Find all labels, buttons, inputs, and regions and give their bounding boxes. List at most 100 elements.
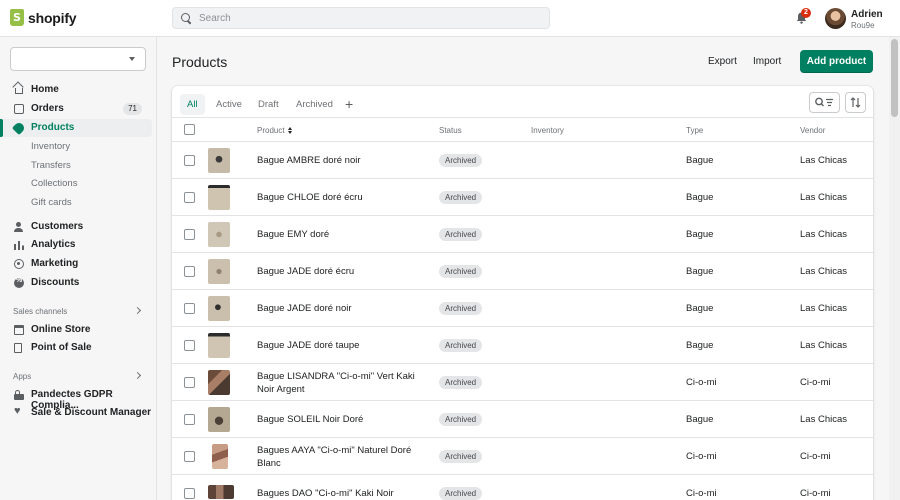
product-thumbnail[interactable]	[208, 148, 230, 173]
product-vendor: Ci-o-mi	[800, 488, 831, 499]
chevron-right-icon[interactable]	[133, 306, 142, 315]
sidebar-item-home[interactable]: Home	[0, 81, 152, 99]
tab-archived[interactable]: Archived	[289, 94, 340, 115]
sidebar-item-label: Inventory	[31, 141, 71, 152]
product-thumbnail[interactable]	[208, 259, 230, 284]
row-checkbox[interactable]	[184, 155, 195, 166]
row-checkbox[interactable]	[184, 229, 195, 240]
sidebar-item-sale-discount-manager[interactable]: Sale & Discount Manager	[0, 404, 152, 422]
sidebar-item-marketing[interactable]: Marketing	[0, 255, 152, 273]
user-name[interactable]: Adrien	[851, 9, 883, 20]
sidebar-item-inventory[interactable]: Inventory	[0, 138, 152, 156]
product-thumbnail[interactable]	[208, 485, 234, 499]
product-name[interactable]: Bague LISANDRA "Ci-o-mi" Vert Kaki Noir …	[257, 370, 417, 396]
row-checkbox[interactable]	[184, 303, 195, 314]
sidebar-item-label: Transfers	[31, 160, 71, 171]
table-row[interactable]: Bague SOLEIL Noir Doré Archived Bague La…	[172, 400, 873, 437]
row-checkbox[interactable]	[184, 451, 195, 462]
column-header-inventory: Inventory	[531, 126, 564, 135]
row-checkbox[interactable]	[184, 192, 195, 203]
page-scrollbar[interactable]	[889, 37, 900, 500]
sidebar-item-gift-cards[interactable]: Gift cards	[0, 194, 152, 212]
product-thumbnail[interactable]	[212, 444, 228, 469]
table-row[interactable]: Bague CHLOE doré écru Archived Bague Las…	[172, 178, 873, 215]
product-name[interactable]: Bague AMBRE doré noir	[257, 154, 417, 167]
sidebar-item-analytics[interactable]: Analytics	[0, 236, 152, 254]
row-checkbox[interactable]	[184, 414, 195, 425]
search-icon	[181, 12, 192, 24]
product-type: Ci-o-mi	[686, 377, 717, 388]
column-header-label: Product	[257, 126, 285, 135]
product-name[interactable]: Bague JADE doré noir	[257, 302, 417, 315]
row-checkbox[interactable]	[184, 340, 195, 351]
sort-button[interactable]	[845, 92, 866, 113]
add-product-button[interactable]: Add product	[800, 50, 873, 73]
table-row[interactable]: Bague EMY doré Archived Bague Las Chicas	[172, 215, 873, 252]
product-name[interactable]: Bague JADE doré écru	[257, 265, 417, 278]
search-bar[interactable]	[172, 7, 550, 29]
table-row[interactable]: Bague LISANDRA "Ci-o-mi" Vert Kaki Noir …	[172, 363, 873, 400]
product-thumbnail[interactable]	[208, 185, 230, 210]
product-type: Bague	[686, 340, 714, 351]
add-tab-icon[interactable]: +	[345, 97, 353, 111]
sidebar-item-label: Analytics	[31, 239, 76, 250]
product-thumbnail[interactable]	[208, 333, 230, 358]
sidebar-item-pandectes-gdpr[interactable]: Pandectes GDPR Complia...	[0, 386, 152, 411]
user-store-name[interactable]: Rou9e	[851, 21, 875, 30]
status-badge: Archived	[439, 413, 483, 426]
row-checkbox[interactable]	[184, 266, 195, 277]
row-checkbox[interactable]	[184, 377, 195, 388]
sidebar-item-products[interactable]: Products	[0, 119, 152, 137]
product-thumbnail[interactable]	[208, 407, 230, 432]
tab-all[interactable]: All	[180, 94, 205, 115]
avatar[interactable]	[825, 8, 846, 29]
select-all-checkbox[interactable]	[184, 124, 195, 135]
sidebar-item-collections[interactable]: Collections	[0, 175, 152, 193]
pos-icon	[14, 343, 22, 353]
sidebar-item-label: Point of Sale	[31, 342, 92, 353]
home-icon	[15, 88, 23, 94]
sidebar-item-discounts[interactable]: Discounts	[0, 274, 152, 292]
product-thumbnail[interactable]	[208, 370, 230, 395]
orders-count-badge: 71	[123, 103, 142, 115]
product-name[interactable]: Bague EMY doré	[257, 228, 417, 241]
sidebar-item-online-store[interactable]: Online Store	[0, 321, 152, 339]
product-thumbnail[interactable]	[208, 222, 230, 247]
status-badge: Archived	[439, 265, 483, 278]
search-filter-button[interactable]	[809, 92, 840, 113]
sidebar-item-label: Customers	[31, 221, 84, 232]
product-vendor: Las Chicas	[800, 192, 847, 203]
store-selector[interactable]	[10, 47, 146, 71]
scrollbar-thumb[interactable]	[891, 39, 898, 117]
tab-active[interactable]: Active	[209, 94, 249, 115]
sidebar: Home Orders 71 Products Inventory Transf…	[0, 37, 157, 500]
export-button[interactable]: Export	[708, 56, 737, 67]
table-row[interactable]: Bague JADE doré noir Archived Bague Las …	[172, 289, 873, 326]
table-row[interactable]: Bagues AAYA "Ci-o-mi" Naturel Doré Blanc…	[172, 437, 873, 474]
product-name[interactable]: Bagues DAO "Ci-o-mi" Kaki Noir	[257, 487, 417, 500]
sidebar-item-label: Products	[31, 122, 75, 133]
table-row[interactable]: Bague JADE doré taupe Archived Bague Las…	[172, 326, 873, 363]
product-name[interactable]: Bague JADE doré taupe	[257, 339, 417, 352]
sidebar-item-orders[interactable]: Orders 71	[0, 100, 152, 118]
shopify-logo[interactable]: shopify	[10, 9, 77, 26]
product-name[interactable]: Bague SOLEIL Noir Doré	[257, 413, 417, 426]
row-checkbox[interactable]	[184, 488, 195, 499]
table-row[interactable]: Bague AMBRE doré noir Archived Bague Las…	[172, 141, 873, 178]
import-button[interactable]: Import	[753, 56, 781, 67]
tab-draft[interactable]: Draft	[251, 94, 286, 115]
sidebar-item-point-of-sale[interactable]: Point of Sale	[0, 339, 152, 357]
product-vendor: Las Chicas	[800, 340, 847, 351]
table-row[interactable]: Bagues DAO "Ci-o-mi" Kaki Noir Archived …	[172, 474, 873, 500]
product-name[interactable]: Bague CHLOE doré écru	[257, 191, 417, 204]
product-name[interactable]: Bagues AAYA "Ci-o-mi" Naturel Doré Blanc	[257, 444, 417, 470]
status-badge: Archived	[439, 228, 483, 241]
search-input[interactable]	[199, 12, 529, 24]
column-header-product[interactable]: Product	[257, 126, 293, 135]
top-bar: shopify 2 Adrien Rou9e	[0, 0, 900, 37]
chevron-right-icon[interactable]	[133, 371, 142, 380]
sidebar-item-transfers[interactable]: Transfers	[0, 157, 152, 175]
table-row[interactable]: Bague JADE doré écru Archived Bague Las …	[172, 252, 873, 289]
sidebar-item-customers[interactable]: Customers	[0, 218, 152, 236]
product-thumbnail[interactable]	[208, 296, 230, 321]
